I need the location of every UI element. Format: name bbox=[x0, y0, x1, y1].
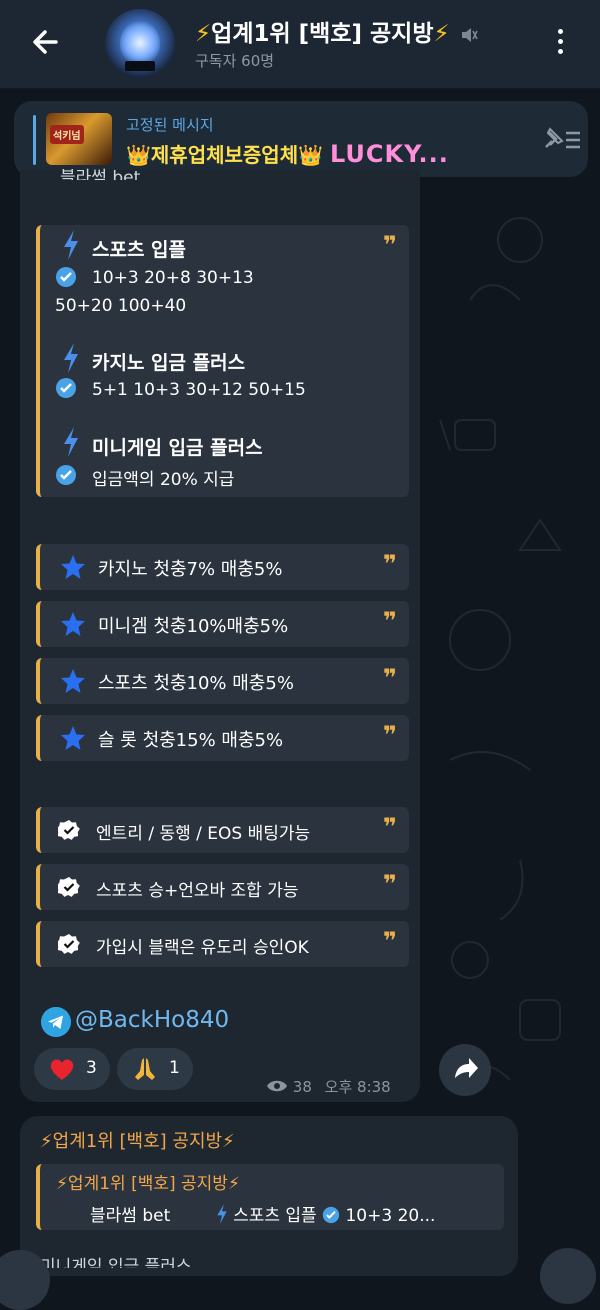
pinned-thumbnail: 석키넘 bbox=[46, 113, 112, 165]
quote-icon: ❞ bbox=[382, 607, 397, 635]
view-count: 38 bbox=[292, 1078, 312, 1096]
check-badge-icon bbox=[58, 820, 80, 840]
star-row-text: 미니겜 첫충10%매충5% bbox=[98, 616, 289, 637]
share-arrow-icon bbox=[455, 1058, 478, 1078]
block-title: 스포츠 입플 bbox=[92, 239, 187, 261]
block-line: 5+1 10+3 30+12 50+15 bbox=[92, 380, 306, 400]
star-icon bbox=[61, 726, 85, 750]
check-badge-icon bbox=[58, 934, 80, 954]
reply-quote-title: ⚡업계1위 [백호] 공지방⚡ bbox=[56, 1174, 240, 1194]
bolt-icon bbox=[216, 1204, 227, 1224]
pinned-indicator bbox=[33, 115, 36, 165]
star-row: 슬 롯 첫충15% 매충5% ❞ bbox=[36, 715, 409, 761]
pinned-text-main: 👑제휴업체보증업체👑 bbox=[126, 143, 324, 167]
check-row: 가입시 블랙은 유도리 승인OK ❞ bbox=[36, 921, 409, 967]
pin-list-icon[interactable] bbox=[540, 123, 584, 157]
star-row-text: 스포츠 첫충10% 매충5% bbox=[98, 673, 294, 694]
quote-icon: ❞ bbox=[382, 813, 397, 841]
reaction-heart[interactable]: 3 bbox=[34, 1048, 110, 1090]
forwarded-sender: ⚡업계1위 [백호] 공지방⚡ bbox=[40, 1131, 235, 1152]
star-row: 스포츠 첫충10% 매충5% ❞ bbox=[36, 658, 409, 704]
star-row-text: 카지노 첫충7% 매충5% bbox=[98, 559, 283, 580]
verified-check-icon bbox=[56, 378, 76, 398]
bolt-icon bbox=[64, 230, 78, 260]
pinned-text-suffix: LUCKY... bbox=[329, 140, 449, 168]
heart-icon bbox=[50, 1059, 74, 1080]
reaction-count: 3 bbox=[86, 1058, 97, 1078]
block-title: 카지노 입금 플러스 bbox=[92, 352, 246, 374]
check-row: 스포츠 승+언오바 조합 가능 ❞ bbox=[36, 864, 409, 910]
back-arrow-icon[interactable] bbox=[26, 22, 66, 62]
quote-icon: ❞ bbox=[382, 870, 397, 898]
message-partial-text: 블라썸 bet bbox=[60, 168, 141, 180]
quote-icon: ❞ bbox=[382, 721, 397, 749]
scroll-down-button[interactable] bbox=[540, 1248, 596, 1304]
verified-check-icon bbox=[56, 465, 76, 485]
quote-icon: ❞ bbox=[382, 550, 397, 578]
eye-icon bbox=[267, 1080, 287, 1092]
message2-partial-text: 미니게임 입금 플러스 bbox=[40, 1257, 192, 1268]
block-line: 10+3 20+8 30+13 bbox=[92, 268, 254, 288]
telegram-icon bbox=[41, 1007, 71, 1037]
check-row-text: 스포츠 승+언오바 조합 가능 bbox=[96, 881, 299, 901]
reply-quote-text-a: 블라썸 bet bbox=[90, 1206, 171, 1226]
block-title: 미니게임 입금 플러스 bbox=[92, 437, 263, 459]
bolt-icon bbox=[64, 343, 78, 373]
star-row-text: 슬 롯 첫충15% 매충5% bbox=[98, 730, 284, 751]
telegram-handle: @BackHo840 bbox=[75, 1007, 230, 1033]
tiger-image bbox=[120, 21, 160, 65]
bolt-icon: ⚡ bbox=[433, 21, 450, 47]
check-row-text: 가입시 블랙은 유도리 승인OK bbox=[96, 938, 309, 958]
reaction-count: 1 bbox=[169, 1058, 180, 1078]
star-icon bbox=[61, 669, 85, 693]
channel-title[interactable]: ⚡업계1위 [백호] 공지방⚡ bbox=[195, 14, 478, 48]
check-row: 엔트리 / 동행 / EOS 배팅가능 ❞ bbox=[36, 807, 409, 853]
check-badge-icon bbox=[58, 877, 80, 897]
star-icon bbox=[61, 612, 85, 636]
share-button[interactable] bbox=[439, 1044, 491, 1096]
message-time: 오후 8:38 bbox=[324, 1078, 391, 1096]
chat-header: ⚡업계1위 [백호] 공지방⚡ 구독자 60명 bbox=[0, 0, 600, 89]
pinned-thumb-label: 석키넘 bbox=[50, 125, 84, 144]
verified-check-icon bbox=[56, 267, 76, 287]
quote-icon: ❞ bbox=[382, 927, 397, 955]
channel-title-text: 업계1위 [백호] 공지방 bbox=[211, 21, 434, 47]
check-row-text: 엔트리 / 동행 / EOS 배팅가능 bbox=[96, 824, 311, 844]
quote-icon: ❞ bbox=[382, 231, 397, 259]
star-row: 미니겜 첫충10%매충5% ❞ bbox=[36, 601, 409, 647]
block-line: 입금액의 20% 지급 bbox=[92, 470, 235, 490]
message-meta: 38 오후 8:38 bbox=[266, 1076, 391, 1097]
praying-hands-icon bbox=[135, 1058, 155, 1080]
avatar-label bbox=[125, 61, 155, 71]
pinned-label: 고정된 메시지 bbox=[126, 116, 214, 134]
block-line: 50+20 100+40 bbox=[55, 296, 187, 316]
bolt-icon bbox=[64, 427, 78, 457]
reply-quote-text-c: 10+3 20... bbox=[345, 1206, 436, 1226]
subscriber-count: 구독자 60명 bbox=[195, 52, 275, 70]
reply-quote-text-b: 스포츠 입플 bbox=[233, 1206, 317, 1226]
verified-check-icon bbox=[322, 1206, 340, 1224]
channel-avatar[interactable] bbox=[105, 9, 175, 79]
quote-icon: ❞ bbox=[382, 664, 397, 692]
more-options-icon[interactable] bbox=[546, 26, 574, 60]
bolt-icon: ⚡ bbox=[195, 21, 212, 47]
reaction-pray[interactable]: 1 bbox=[117, 1048, 193, 1090]
star-row: 카지노 첫충7% 매충5% ❞ bbox=[36, 544, 409, 590]
star-icon bbox=[61, 555, 85, 579]
muted-speaker-icon bbox=[461, 27, 478, 42]
pinned-text: 👑제휴업체보증업체👑 LUCKY... bbox=[126, 139, 449, 168]
reply-quote-text: 블라썸 bet 스포츠 입플 10+3 20... bbox=[56, 1201, 435, 1226]
